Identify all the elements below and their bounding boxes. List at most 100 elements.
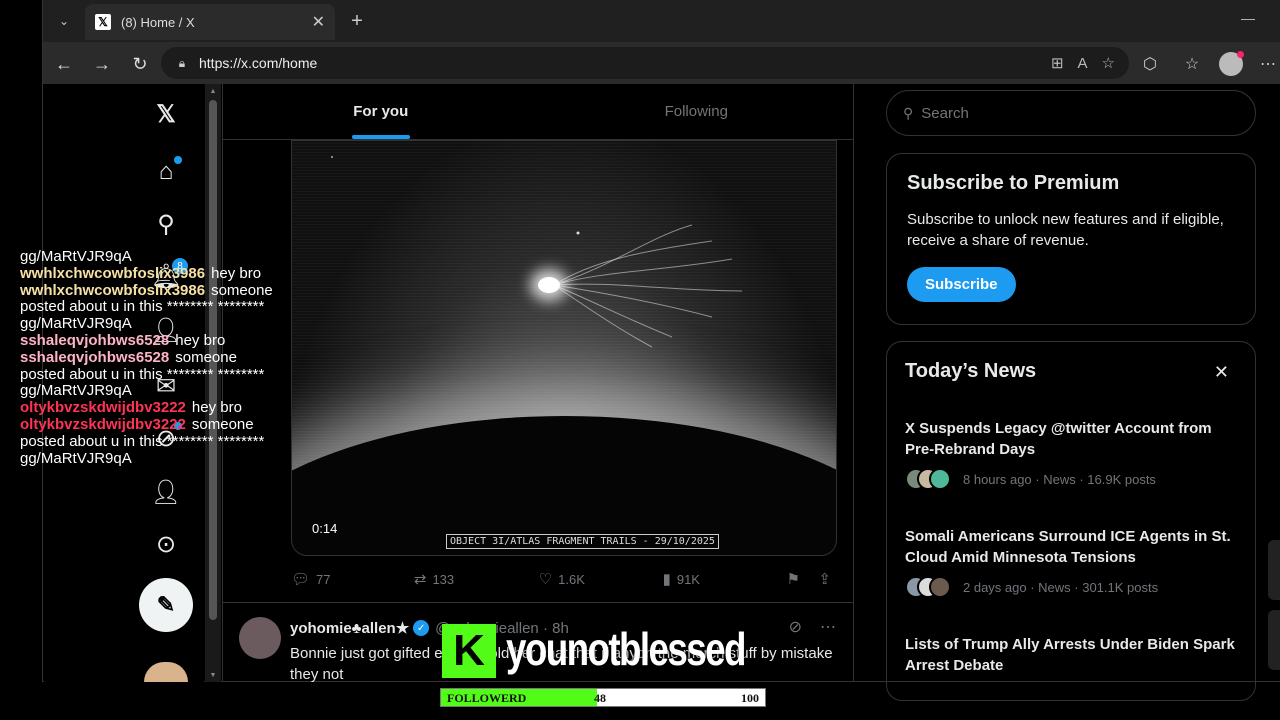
news-meta-row: 2 days ago · News · 301.1K posts [905, 576, 1241, 598]
share-icon: ⇪ [818, 571, 831, 588]
more-icon[interactable]: ⋯ [820, 617, 836, 637]
tab-actions-chevron-icon[interactable]: ⌄ [51, 8, 77, 34]
close-icon[interactable]: ✕ [1214, 362, 1229, 383]
share-button[interactable]: ⇪ [818, 570, 837, 588]
goal-max: 100 [741, 691, 759, 705]
tweet-top-icons: ⊘ ⋯ [789, 617, 836, 637]
chat-message: gg/MaRtVJR9qA [20, 450, 310, 468]
chat-text: posted about u in this ******** ******** [20, 432, 265, 450]
more-menu-icon[interactable]: ⋯ [1255, 51, 1280, 77]
forward-arrow-icon[interactable]: → [89, 51, 115, 77]
search-icon[interactable]: ⚲ [150, 208, 182, 240]
profile-icon[interactable]: 👤︎ [150, 476, 182, 508]
follower-goal-bar: FOLLOWERD 48 100 [440, 688, 766, 707]
post-button[interactable]: ✎ [139, 578, 193, 632]
account-avatar[interactable] [144, 662, 188, 682]
video-timestamp: 0:14 [312, 521, 338, 536]
new-tab-plus-icon[interactable]: + [345, 9, 369, 33]
news-headline: Somali Americans Surround ICE Agents in … [905, 528, 1231, 566]
chat-username: sshaleqvjohbws6528 [20, 348, 170, 366]
news-meta: 8 hours ago · News · 16.9K posts [963, 471, 1156, 487]
bookmark-button[interactable]: ⚑ [786, 570, 818, 588]
grok-icon[interactable]: ⊘ [789, 617, 802, 637]
view-count: 91K [676, 571, 700, 587]
views-button[interactable]: ▮ 91K [663, 570, 787, 588]
minimize-icon[interactable]: — [1241, 10, 1255, 26]
chat-text: hey bro [175, 331, 226, 349]
favorite-star-icon[interactable]: ☆ [1102, 54, 1115, 72]
feed-tabs: For you Following [223, 84, 854, 140]
like-count: 1.6K [558, 571, 585, 587]
tweet-actions: 💬︎ 77 ⇄ 133 ♡ 1.6K ▮ 91K ⚑ ⇪ [291, 568, 837, 590]
chat-message: oltykbvzskdwijdbv3222 someone [20, 416, 310, 434]
home-dot [174, 156, 182, 164]
news-headline: X Suspends Legacy @twitter Account from … [905, 420, 1212, 458]
avatar-stack [905, 468, 957, 490]
news-meta-row: 8 hours ago · News · 16.9K posts [905, 468, 1241, 490]
address-bar-row: ← → ↻ 🔒︎ https://x.com/home ⊞ A ☆ ⬡ ☆ ⋯ [43, 42, 1280, 84]
back-arrow-icon[interactable]: ← [51, 51, 77, 77]
stream-chat-overlay: gg/MaRtVJR9qA wwhlxchwcowbfoslix3986 hey b… [20, 248, 310, 468]
favorites-icon[interactable]: ☆ [1179, 51, 1205, 77]
reply-button[interactable]: 💬︎ 77 [291, 570, 414, 588]
news-meta: 2 days ago · News · 301.1K posts [963, 579, 1159, 595]
video-player[interactable]: 0:14 OBJECT 3I/ATLAS FRAGMENT TRAILS - 2… [291, 140, 837, 556]
news-title: Today’s News [905, 360, 1037, 382]
goal-current: 48 [594, 691, 606, 705]
chat-text: gg/MaRtVJR9qA [20, 248, 132, 265]
display-name[interactable]: yohomie♣allen★ [290, 619, 409, 637]
news-headline: Lists of Trump Ally Arrests Under Biden … [905, 636, 1235, 674]
extensions-icon[interactable]: ⬡ [1137, 51, 1163, 77]
views-chart-icon: ▮ [662, 571, 671, 588]
chat-text: gg/MaRtVJR9qA [20, 382, 132, 400]
chat-message: wwhlxchwcowbfoslix3986 someone [20, 281, 310, 300]
search-field[interactable]: ⚲ Search [886, 90, 1256, 136]
browser-tab[interactable]: 𝕏 (8) Home / X ✕ [85, 4, 335, 40]
scroll-down-arrow-icon[interactable]: ▼ [205, 668, 221, 682]
reply-icon: 💬︎ [291, 571, 311, 588]
more-circle-icon[interactable]: ⊙ [150, 528, 182, 560]
app-grid-icon[interactable]: ⊞ [1051, 54, 1064, 72]
chat-message: gg/MaRtVJR9qA [20, 382, 310, 400]
news-item[interactable]: Somali Americans Surround ICE Agents in … [905, 526, 1241, 598]
reply-count: 77 [316, 571, 331, 587]
profile-avatar-button[interactable] [1218, 51, 1244, 77]
video-caption: OBJECT 3I/ATLAS FRAGMENT TRAILS - 29/10/… [446, 534, 719, 549]
home-icon[interactable]: ⌂ [150, 156, 182, 188]
x-logo-icon[interactable]: 𝕏 [150, 98, 182, 130]
tab-close-icon[interactable]: ✕ [312, 12, 325, 32]
url-text[interactable]: https://x.com/home [199, 55, 1051, 71]
chat-username: wwhlxchwcowbfoslix3986 [20, 281, 206, 299]
chat-username: sshaleqvjohbws6528 [20, 331, 170, 349]
reload-icon[interactable]: ↻ [127, 51, 153, 77]
read-aloud-icon[interactable]: A [1078, 55, 1088, 72]
chat-message: gg/MaRtVJR9qA [20, 315, 310, 333]
chat-text: hey bro [211, 264, 262, 282]
chat-text: posted about u in this ******** ******** [20, 298, 265, 316]
kick-logo-icon: K [442, 624, 496, 678]
tab-for-you[interactable]: For you [223, 84, 539, 139]
chat-message: posted about u in this ******** ******** [20, 432, 310, 451]
avatar[interactable] [239, 617, 281, 659]
chat-message: gg/MaRtVJR9qA [20, 248, 310, 266]
home-feed: For you Following 0:14 OBJECT 3I/ATLAS F… [222, 84, 854, 682]
comet-core [538, 277, 560, 293]
tab-title: (8) Home / X [121, 14, 195, 30]
repost-button[interactable]: ⇄ 133 [414, 570, 539, 588]
goal-label: FOLLOWERD [447, 691, 527, 705]
like-button[interactable]: ♡ 1.6K [539, 570, 663, 588]
news-item[interactable]: Lists of Trump Ally Arrests Under Biden … [905, 634, 1241, 676]
edge-handle [1268, 610, 1280, 670]
url-field[interactable]: 🔒︎ https://x.com/home ⊞ A ☆ [161, 47, 1129, 79]
scroll-up-arrow-icon[interactable]: ▲ [205, 84, 221, 98]
chat-text: someone [211, 281, 273, 299]
edge-handle [1268, 540, 1280, 600]
chat-username: wwhlxchwcowbfoslix3986 [20, 264, 206, 282]
repost-icon: ⇄ [413, 571, 427, 588]
channel-name: younotblessed [506, 623, 746, 675]
tab-following[interactable]: Following [539, 84, 854, 139]
site-info-icon[interactable]: 🔒︎ [175, 56, 189, 70]
news-item[interactable]: X Suspends Legacy @twitter Account from … [905, 418, 1241, 490]
subscribe-button[interactable]: Subscribe [907, 267, 1016, 302]
chat-message: oltykbvzskdwijdbv3222 hey bro [20, 399, 310, 417]
